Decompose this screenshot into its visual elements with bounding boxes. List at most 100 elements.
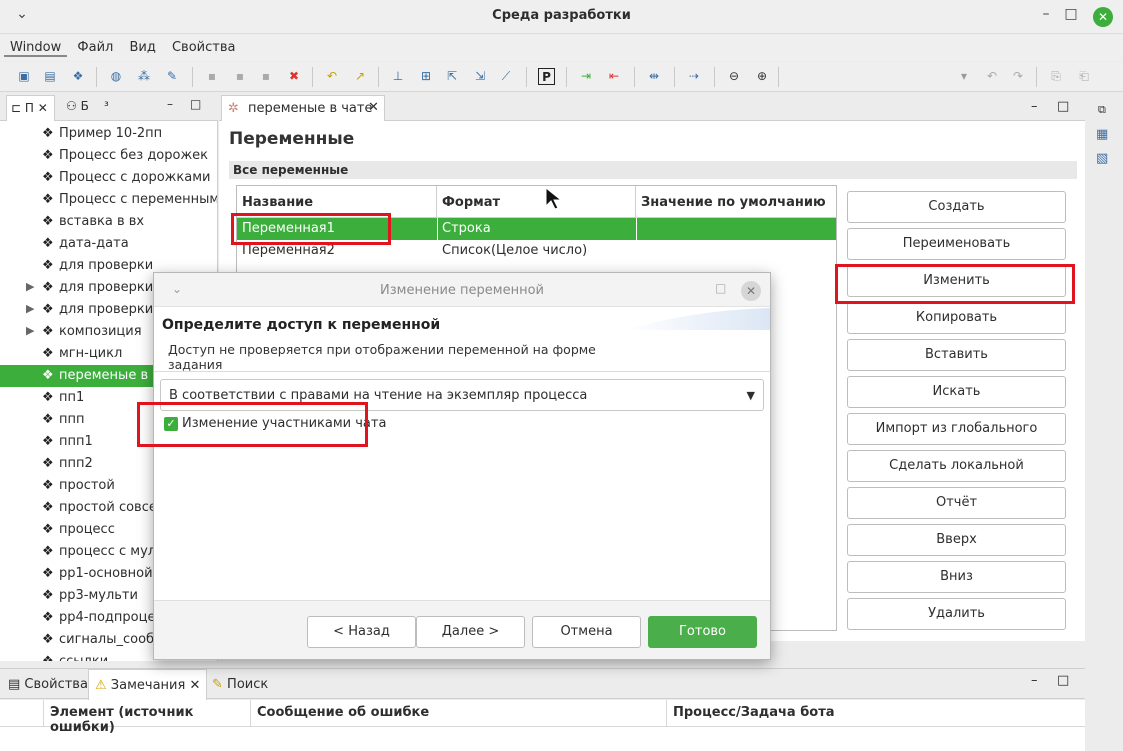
dialog-maximize-icon[interactable]: □ xyxy=(715,281,726,295)
minimize-icon[interactable]: – xyxy=(1036,6,1056,22)
collapse-icon[interactable]: ⇹ xyxy=(646,68,662,84)
undo-icon[interactable]: ↶ xyxy=(984,68,1000,84)
paste-icon[interactable]: ⎗ xyxy=(1076,68,1092,84)
export-red-icon[interactable]: ⇤ xyxy=(606,68,622,84)
tab-properties[interactable]: ▤ Свойства xyxy=(8,677,88,692)
dropdown-icon[interactable]: ▾ xyxy=(956,68,972,84)
tree-item[interactable]: ❖ дата-дата xyxy=(0,233,217,255)
mouse-cursor-icon xyxy=(545,187,563,210)
tree-item-label: ссылки xyxy=(59,654,108,661)
zoom-in-icon[interactable]: ⊕ xyxy=(754,68,770,84)
dialog-description: Доступ не проверяется при отображении пе… xyxy=(168,342,596,372)
bot-icon[interactable]: ⁂ xyxy=(136,68,152,84)
restore-icon[interactable]: ⧉ xyxy=(1098,103,1106,117)
process-icon: ❖ xyxy=(42,522,54,537)
editor-tab[interactable]: ✲ переменые в чате ✕ xyxy=(221,95,385,122)
bottom-maximize-icon[interactable]: □ xyxy=(1057,673,1069,688)
finish-button[interactable]: Готово xyxy=(648,616,757,648)
back-button[interactable]: < Назад xyxy=(307,616,416,648)
column-header-format[interactable]: Формат xyxy=(437,186,636,218)
bottom-minimize-icon[interactable]: – xyxy=(1031,673,1038,688)
connector-icon[interactable]: ⇢ xyxy=(686,68,702,84)
down-button[interactable]: Вниз xyxy=(847,561,1066,593)
tree-item[interactable]: ❖ Пример 10-2пп xyxy=(0,123,217,145)
save-all-icon[interactable]: ▪ xyxy=(232,68,248,84)
minimize-panel-icon[interactable]: – xyxy=(167,97,173,111)
column-header-process[interactable]: Процесс/Задача бота xyxy=(667,700,1085,727)
maximize-panel-icon[interactable]: □ xyxy=(190,97,201,111)
tree-item-label: простой совсем xyxy=(59,500,167,515)
toolbar: ▣ ▤ ❖ ◍ ⁂ ✎ ▪ ▪ ▪ ✖ ↶ ↗ ⊥ ⊞ ⇱ ⇲ ⟋ P ⇥ ⇤ … xyxy=(0,62,1123,92)
new-project-icon[interactable]: ▣ xyxy=(16,68,32,84)
next-button[interactable]: Далее > xyxy=(416,616,525,648)
cancel-button[interactable]: Отмена xyxy=(532,616,641,648)
globe-icon[interactable]: ◍ xyxy=(108,68,124,84)
menu-properties[interactable]: Свойства xyxy=(166,35,242,55)
save-icon[interactable]: ▪ xyxy=(204,68,220,84)
column-header-default[interactable]: Значение по умолчанию xyxy=(636,186,836,218)
process-icon: ❖ xyxy=(42,324,54,339)
create-button[interactable]: Создать xyxy=(847,191,1066,223)
align-bottom-icon[interactable]: ⊥ xyxy=(390,68,406,84)
process-icon[interactable]: ❖ xyxy=(70,68,86,84)
align-down-icon[interactable]: ⇲ xyxy=(472,68,488,84)
tab-projects[interactable]: ⊏ П ✕ xyxy=(6,95,55,121)
tree-item[interactable]: ❖ Процесс с дорожками xyxy=(0,167,217,189)
align-up-icon[interactable]: ⇱ xyxy=(444,68,460,84)
tree-item-label: Процесс с переменными xyxy=(59,192,218,207)
dialog-close-icon[interactable]: ✕ xyxy=(741,281,761,301)
tree-item-label: рр1-основной xyxy=(59,566,153,581)
tab-search[interactable]: ✎ Поиск xyxy=(212,677,268,692)
menu-file[interactable]: Файл xyxy=(71,35,119,55)
rename-button[interactable]: Переименовать xyxy=(847,228,1066,260)
tab-bots[interactable]: ⚇ Б xyxy=(66,99,89,113)
tree-item-label: пп1 xyxy=(59,390,85,405)
chevron-down-icon: ▼ xyxy=(746,389,755,402)
align-diag-icon[interactable]: ⟋ xyxy=(498,68,514,84)
paste-button[interactable]: Вставить xyxy=(847,339,1066,371)
import-icon[interactable]: ↶ xyxy=(324,68,340,84)
delete-button[interactable]: Удалить xyxy=(847,598,1066,630)
tree-item[interactable]: ❖ Процесс с переменными xyxy=(0,189,218,211)
search-button[interactable]: Искать xyxy=(847,376,1066,408)
report-button[interactable]: Отчёт xyxy=(847,487,1066,519)
process-icon: ❖ xyxy=(42,192,54,207)
up-button[interactable]: Вверх xyxy=(847,524,1066,556)
maximize-icon[interactable]: □ xyxy=(1061,6,1081,22)
import-global-button[interactable]: Импорт из глобального раздела xyxy=(847,413,1066,466)
edit-doc-icon[interactable]: ✎ xyxy=(164,68,180,84)
highlight-variable1 xyxy=(231,213,391,245)
menu-window[interactable]: Window xyxy=(4,35,68,57)
column-header-message[interactable]: Сообщение об ошибке xyxy=(251,700,667,727)
editor-maximize-icon[interactable]: □ xyxy=(1057,99,1069,114)
export-green-icon[interactable]: ⇥ xyxy=(578,68,594,84)
expand-arrow-icon[interactable]: ▶ xyxy=(26,280,34,293)
tree-item[interactable]: ❖ Процесс без дорожек xyxy=(0,145,217,167)
p-mode-icon[interactable]: P xyxy=(538,68,555,85)
export-icon[interactable]: ↗ xyxy=(352,68,368,84)
tree-item-label: рр3-мульти xyxy=(59,588,138,603)
menu-view[interactable]: Вид xyxy=(123,35,161,55)
redo-icon[interactable]: ↷ xyxy=(1010,68,1026,84)
editor-minimize-icon[interactable]: – xyxy=(1031,99,1038,114)
properties-view-icon[interactable]: ▧ xyxy=(1096,151,1108,166)
process-icon: ❖ xyxy=(42,434,54,449)
tree-item[interactable]: ❖ вставка в вх xyxy=(0,211,217,233)
tab-third[interactable]: ³ xyxy=(104,99,109,113)
tab-problems[interactable]: ⚠ Замечания ✕ xyxy=(88,669,208,700)
tree-item-label: для проверки 3 xyxy=(59,302,166,317)
outline-icon[interactable]: ▦ xyxy=(1096,127,1108,142)
expand-arrow-icon[interactable]: ▶ xyxy=(26,302,34,315)
column-header-element[interactable]: Элемент (источник ошибки) xyxy=(44,700,251,735)
close-window-button[interactable]: ✕ xyxy=(1093,7,1113,27)
expand-arrow-icon[interactable]: ▶ xyxy=(26,324,34,337)
copy-button[interactable]: Копировать xyxy=(847,302,1066,334)
copy-icon[interactable]: ⎘ xyxy=(1048,68,1064,84)
align-grid-icon[interactable]: ⊞ xyxy=(418,68,434,84)
delete-icon[interactable]: ✖ xyxy=(286,68,302,84)
make-local-button[interactable]: Сделать локальной xyxy=(847,450,1066,482)
save-as-icon[interactable]: ▪ xyxy=(258,68,274,84)
close-tab-icon[interactable]: ✕ xyxy=(368,100,379,115)
window-layout-icon[interactable]: ▤ xyxy=(42,68,58,84)
zoom-out-icon[interactable]: ⊖ xyxy=(726,68,742,84)
